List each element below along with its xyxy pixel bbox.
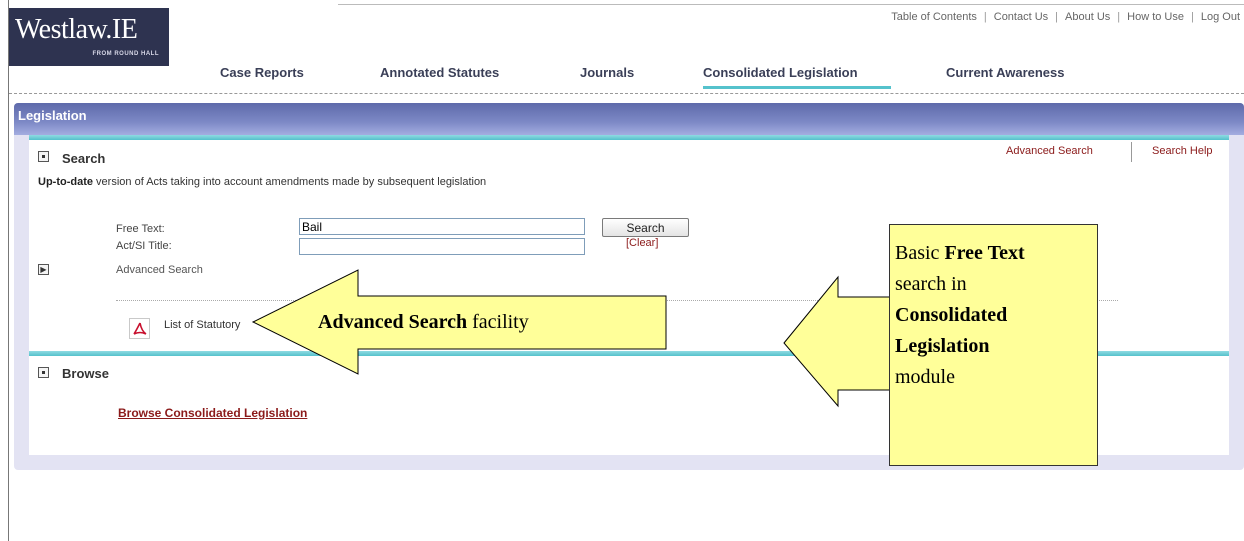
callout-line-2: search in: [895, 273, 967, 295]
callout-line-4: Legislation: [895, 335, 990, 357]
right-callout-arrow: [783, 275, 891, 408]
callout-line-3: Consolidated: [895, 304, 1008, 326]
advanced-search-callout-text: Advanced Search facility: [318, 307, 529, 338]
callout-free-text: Free Text: [944, 242, 1025, 264]
callout-rest: facility: [467, 311, 529, 333]
callout-emphasis: Advanced Search: [318, 311, 468, 333]
callout-line-1: Basic Free Text: [895, 238, 1025, 269]
free-text-callout-text: Basic Free Text search in Consolidated L…: [895, 238, 1025, 393]
callout-basic: Basic: [895, 242, 945, 264]
callout-line-5: module: [895, 366, 955, 388]
